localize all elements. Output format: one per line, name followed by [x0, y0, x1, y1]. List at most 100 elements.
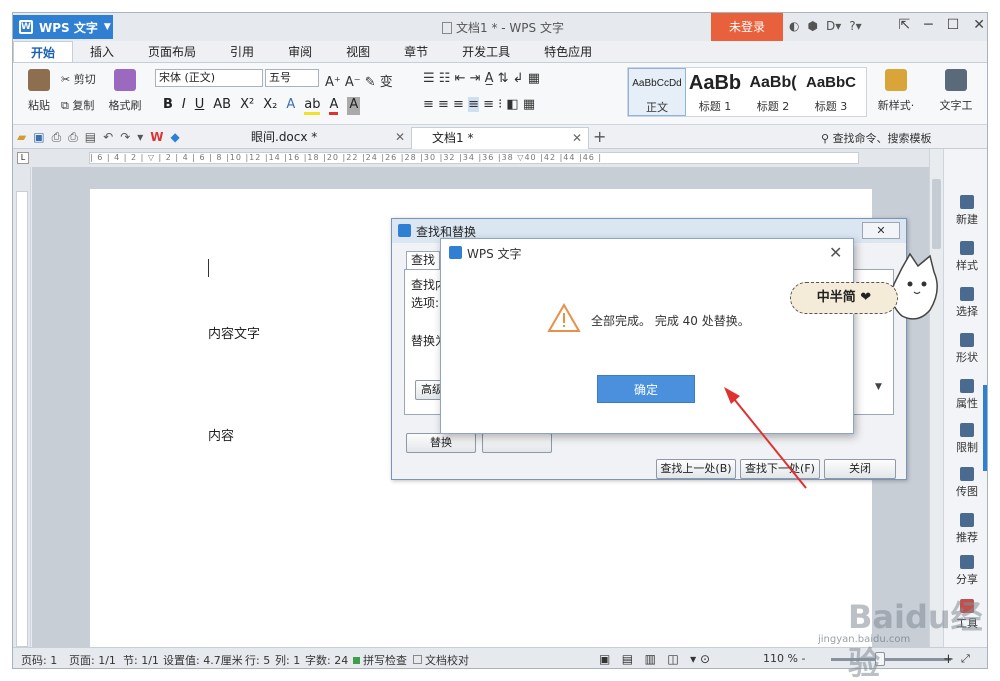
export-pdf-icon[interactable]: ⎙: [52, 130, 62, 145]
find-next-button[interactable]: 查找下一处(F): [740, 459, 820, 479]
task-style[interactable]: 样式: [944, 241, 987, 273]
maximize-icon[interactable]: ☐: [947, 17, 960, 33]
tab-special[interactable]: 特色应用: [527, 41, 609, 62]
zoom-level[interactable]: 110 % -: [763, 652, 805, 665]
ruler-scale[interactable]: | 6 | 4 | 2 | ▽ | 2 | 4 | 6 | 8 |10 |12 …: [89, 152, 859, 164]
vertical-scrollbar[interactable]: [929, 149, 943, 647]
lock-icon: [960, 423, 974, 437]
minimize-icon[interactable]: ─: [924, 17, 932, 33]
superscript-icon[interactable]: X²: [240, 97, 254, 115]
highlight-icon[interactable]: ab: [304, 97, 321, 115]
vertical-ruler-scale[interactable]: [16, 191, 28, 647]
task-upload-image[interactable]: 传图: [944, 467, 987, 499]
tab-find[interactable]: 查找: [406, 251, 440, 269]
close-button[interactable]: 关闭: [824, 459, 896, 479]
font-name-select[interactable]: 宋体 (正文): [155, 69, 263, 87]
search-command[interactable]: ⚲ 查找命令、搜索模板: [821, 130, 932, 146]
undo-icon[interactable]: ↶: [103, 130, 113, 145]
customize-icon[interactable]: ▾: [137, 130, 143, 145]
char-shading-icon[interactable]: A: [347, 97, 361, 115]
close-icon[interactable]: ✕: [572, 128, 582, 148]
bold-icon[interactable]: B: [163, 97, 173, 115]
strikethrough-icon[interactable]: AB: [213, 97, 231, 115]
restore-icon[interactable]: ⇱: [899, 17, 911, 33]
print-preview-icon[interactable]: ▤: [85, 130, 96, 145]
tab-references[interactable]: 引用: [213, 41, 271, 62]
skin-icon[interactable]: ◐: [789, 19, 799, 33]
login-button[interactable]: 未登录: [711, 13, 783, 41]
italic-icon[interactable]: I: [182, 97, 186, 115]
spell-check-toggle[interactable]: 拼写检查: [353, 652, 407, 668]
cloud-icon[interactable]: D▾: [826, 19, 841, 33]
tab-stop-button[interactable]: L: [17, 152, 29, 164]
task-restrict[interactable]: 限制: [944, 423, 987, 455]
close-icon[interactable]: ✕: [395, 127, 405, 147]
style-normal[interactable]: AaBbCcDd 正文: [628, 68, 686, 116]
format-painter-button[interactable]: 格式刷: [105, 65, 145, 113]
task-recommend[interactable]: 推荐: [944, 513, 987, 545]
copy-button[interactable]: ⧉ 复制: [61, 97, 94, 113]
font-size-tools[interactable]: A⁺ A⁻ ✎ 变: [325, 71, 393, 90]
status-bar: 页码: 1 页面: 1/1 节: 1/1 设置值: 4.7厘米 行: 5 列: …: [13, 647, 987, 668]
task-new[interactable]: 新建: [944, 195, 987, 227]
cube-icon[interactable]: ◆: [171, 130, 180, 145]
text-tools-button[interactable]: 文字工: [931, 65, 981, 113]
style-heading-3[interactable]: AaBbC 标题 3: [802, 68, 860, 116]
underline-icon[interactable]: U: [195, 97, 205, 115]
replace-dropdown-icon[interactable]: ▼: [875, 382, 893, 396]
style-heading-1[interactable]: AaBb 标题 1: [686, 68, 744, 116]
paste-button[interactable]: 粘贴: [19, 65, 59, 113]
new-style-button[interactable]: 新样式·: [873, 65, 919, 113]
brush-icon: [114, 69, 136, 91]
subscript-icon[interactable]: X₂: [263, 97, 277, 115]
tab-developer[interactable]: 开发工具: [445, 41, 527, 62]
cut-button[interactable]: ✂ 剪切: [61, 71, 96, 87]
task-properties[interactable]: 属性: [944, 379, 987, 411]
tab-start[interactable]: 开始: [13, 41, 74, 62]
style-heading-2[interactable]: AaBb( 标题 2: [744, 68, 802, 116]
save-icon[interactable]: ▣: [33, 130, 44, 145]
font-size-select[interactable]: 五号: [265, 69, 319, 87]
paste-label: 粘贴: [28, 99, 50, 112]
tab-chapter[interactable]: 章节: [387, 41, 445, 62]
vertical-ruler: [13, 167, 31, 647]
tab-insert[interactable]: 插入: [73, 41, 131, 62]
replace-all-button[interactable]: [482, 433, 552, 453]
ok-button[interactable]: 确定: [597, 375, 695, 403]
tab-page-layout[interactable]: 页面布局: [131, 41, 213, 62]
status-word-count[interactable]: 字数: 24: [305, 652, 348, 668]
scrollbar-thumb[interactable]: [932, 179, 941, 249]
tab-review[interactable]: 审阅: [271, 41, 329, 62]
horizontal-ruler: L | 6 | 4 | 2 | ▽ | 2 | 4 | 6 | 8 |10 |1…: [13, 149, 929, 167]
style-sample: AaBbC: [805, 74, 856, 91]
print-icon[interactable]: ⎙: [68, 130, 78, 145]
paragraph-tools-top[interactable]: ☰ ☷ ⇤ ⇥ A̲ ⇅ ↲ ▦: [423, 71, 540, 86]
paragraph-tools-bottom[interactable]: ≡ ≡ ≡ ≡ ≡ ⁝ ◧ ▦: [423, 97, 535, 112]
task-select[interactable]: 选择: [944, 287, 987, 319]
redo-icon[interactable]: ↷: [120, 130, 130, 145]
help-icon[interactable]: ?▾: [849, 19, 861, 33]
task-label: 选择: [956, 305, 978, 318]
view-mode-icons[interactable]: ▣ ▤ ▥ ◫ ▾ ⊙: [599, 652, 710, 666]
new-style-icon: [885, 69, 907, 91]
task-share[interactable]: 分享: [944, 555, 987, 587]
tab-view[interactable]: 视图: [329, 41, 387, 62]
app-menu-button[interactable]: W WPS 文字 ▼: [13, 15, 113, 39]
new-tab-icon[interactable]: +: [593, 127, 606, 146]
open-icon[interactable]: ▰: [17, 130, 26, 145]
task-label: 样式: [956, 259, 978, 272]
task-shape[interactable]: 形状: [944, 333, 987, 365]
close-icon[interactable]: ✕: [973, 17, 985, 33]
settings-icon[interactable]: ⬢: [807, 19, 817, 33]
cat-sticker: 中半简 ❤: [790, 250, 940, 328]
find-replace-close-button[interactable]: ✕: [862, 222, 900, 239]
doc-tab-2[interactable]: 文档1 * ✕: [411, 127, 589, 149]
find-previous-button[interactable]: 查找上一处(B): [656, 459, 736, 479]
text-effect-icon[interactable]: A: [286, 97, 295, 115]
font-color-icon[interactable]: A: [329, 97, 339, 115]
wps-home-icon[interactable]: W: [150, 130, 163, 145]
doc-tab-1[interactable]: 眼间.docx * ✕: [231, 127, 411, 149]
document-compare-toggle[interactable]: 文档校对: [413, 652, 469, 668]
style-icon: [960, 241, 974, 255]
replace-button[interactable]: 替换: [406, 433, 476, 453]
